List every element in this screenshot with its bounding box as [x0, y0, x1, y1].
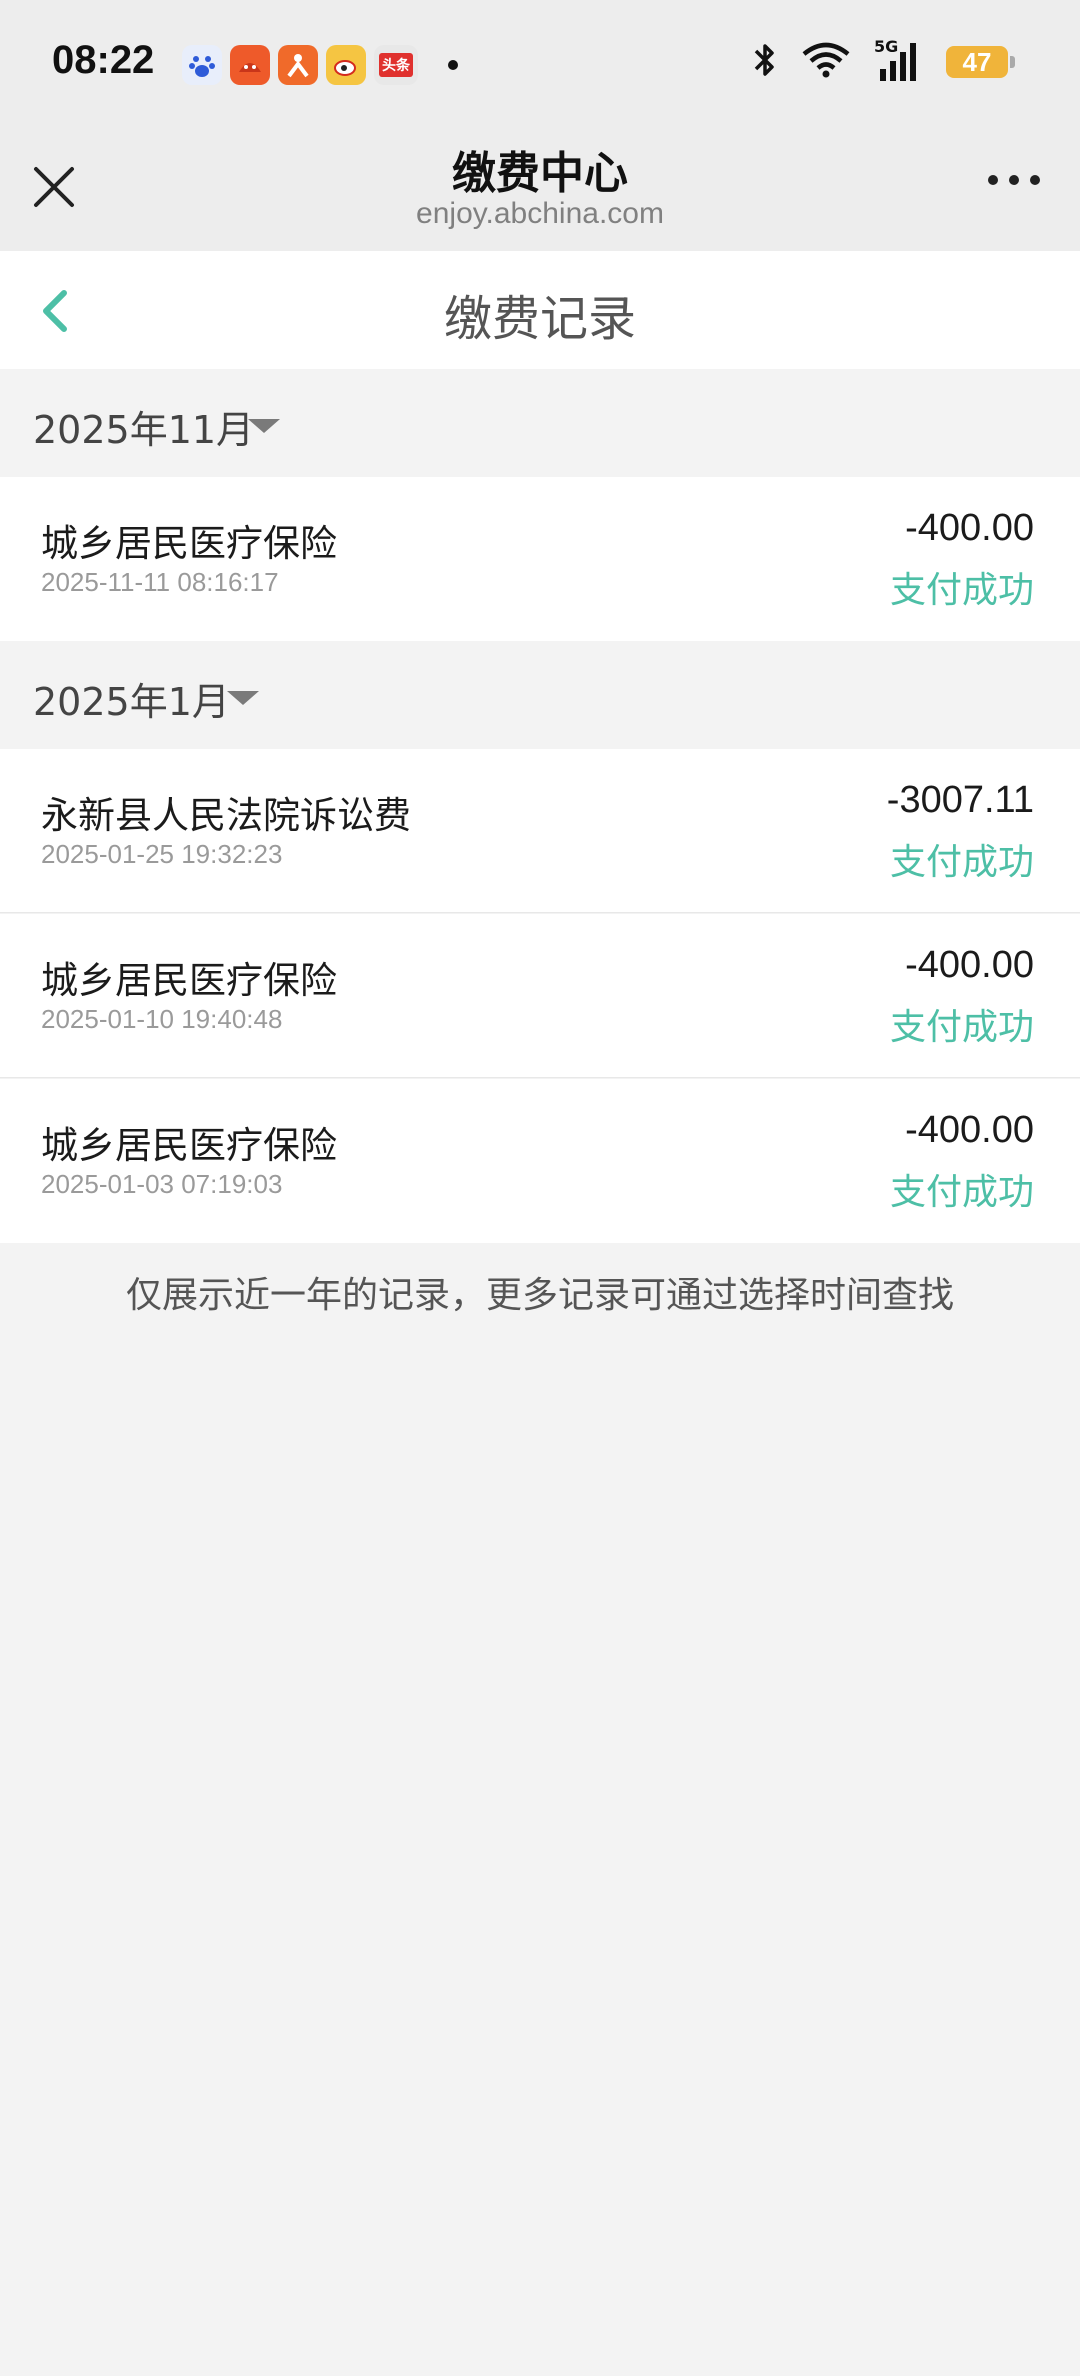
more-dot-icon	[1030, 175, 1040, 185]
record-name: 永新县人民法院诉讼费	[41, 794, 411, 837]
payment-record[interactable]: 永新县人民法院诉讼费 2025-01-25 19:32:23 -3007.11 …	[0, 749, 1080, 913]
month-label: 2025年11月	[33, 408, 255, 452]
payment-record[interactable]: 城乡居民医疗保险 2025-01-10 19:40:48 -400.00 支付成…	[0, 914, 1080, 1078]
notification-icons: 头条	[182, 45, 458, 85]
status-time: 08:22	[52, 38, 155, 82]
meituan-icon	[278, 45, 318, 85]
wifi-icon	[800, 40, 852, 84]
record-status: 支付成功	[889, 842, 1034, 883]
month-selector[interactable]: 2025年1月	[0, 641, 1080, 749]
toutiao-icon: 头条	[374, 45, 418, 85]
record-amount: -400.00	[905, 1109, 1034, 1151]
record-status: 支付成功	[889, 1172, 1034, 1213]
month-label: 2025年1月	[33, 680, 230, 724]
more-dot-icon	[988, 175, 998, 185]
record-name: 城乡居民医疗保险	[41, 522, 337, 565]
caret-down-icon	[227, 691, 259, 705]
toutiao-label: 头条	[379, 53, 413, 77]
network-type: 5G	[874, 37, 899, 56]
record-time: 2025-01-03 07:19:03	[41, 1169, 283, 1199]
record-name: 城乡居民医疗保险	[41, 1124, 337, 1167]
battery-indicator: 47	[946, 46, 1015, 78]
month-selector[interactable]: 2025年11月	[0, 369, 1080, 477]
nav-url: enjoy.abchina.com	[416, 197, 664, 230]
more-options-button[interactable]	[988, 175, 1040, 185]
record-amount: -400.00	[905, 507, 1034, 549]
record-status: 支付成功	[889, 570, 1034, 611]
more-notifications-dot	[448, 60, 458, 70]
page-header: 缴费记录	[0, 251, 1080, 369]
record-status: 支付成功	[889, 1007, 1034, 1048]
cellular-signal-icon: 5G	[874, 37, 924, 83]
record-amount: -3007.11	[886, 779, 1034, 821]
weibo-icon	[326, 45, 366, 85]
more-dot-icon	[1009, 175, 1019, 185]
webview-nav-bar: 缴费中心 enjoy.abchina.com	[0, 125, 1080, 251]
record-amount: -400.00	[905, 944, 1034, 986]
record-time: 2025-01-10 19:40:48	[41, 1004, 283, 1034]
bluetooth-icon	[752, 40, 778, 84]
record-time: 2025-01-25 19:32:23	[41, 839, 283, 869]
taobao-icon	[230, 45, 270, 85]
nav-title: 缴费中心	[452, 148, 628, 199]
baidu-icon	[182, 45, 222, 85]
caret-down-icon	[248, 419, 280, 433]
record-time: 2025-11-11 08:16:17	[41, 567, 279, 597]
record-name: 城乡居民医疗保险	[41, 959, 337, 1002]
battery-level: 47	[962, 46, 992, 77]
payment-record[interactable]: 城乡居民医疗保险 2025-01-03 07:19:03 -400.00 支付成…	[0, 1079, 1080, 1243]
system-icons: 5G 47	[752, 37, 1015, 84]
payment-record[interactable]: 城乡居民医疗保险 2025-11-11 08:16:17 -400.00 支付成…	[0, 477, 1080, 641]
records-range-note: 仅展示近一年的记录，更多记录可通过选择时间查找	[125, 1275, 954, 1316]
page-title: 缴费记录	[443, 291, 636, 347]
status-bar: 08:22 头条 5G 47	[0, 0, 1080, 125]
